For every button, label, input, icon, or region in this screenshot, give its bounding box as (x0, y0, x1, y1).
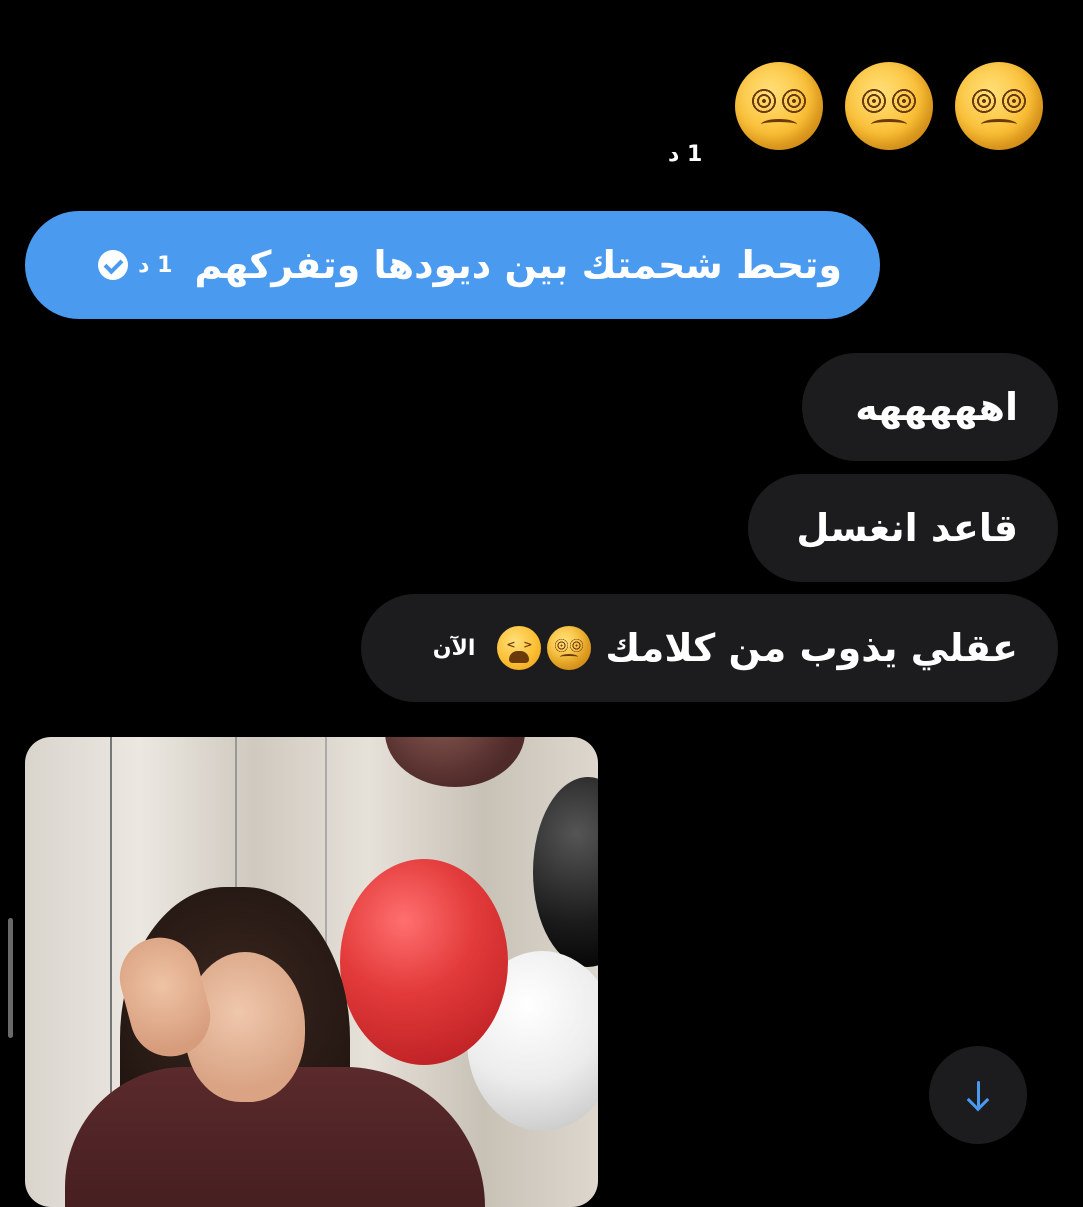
message-timestamp: 1 د (138, 252, 173, 278)
received-message-bubble[interactable]: اهههههه (802, 353, 1058, 461)
message-text: وتحط شحمتك بين ديودها وتفركهم (194, 243, 842, 287)
balloon-image (340, 859, 508, 1065)
message-text: عقلي يذوب من كلامك (605, 626, 1018, 670)
read-check-icon (98, 250, 129, 280)
received-message-bubble[interactable]: عقلي يذوب من كلامك > < الآن (361, 594, 1058, 702)
emoji-message-row[interactable] (735, 62, 1043, 150)
scroll-to-bottom-button[interactable] (929, 1046, 1027, 1144)
received-message-bubble[interactable]: قاعد انغسل (748, 474, 1058, 582)
message-timestamp: الآن (432, 635, 476, 661)
message-timestamp: 1 د (668, 142, 703, 167)
scrollbar[interactable] (8, 918, 13, 1038)
dizzy-face-icon (845, 62, 933, 150)
message-emoji-group: > < (497, 626, 592, 670)
dizzy-face-icon (735, 62, 823, 150)
dizzy-face-icon (955, 62, 1043, 150)
photo-message[interactable] (25, 737, 598, 1207)
balloon-image (385, 737, 525, 787)
message-meta: 1 د (98, 250, 172, 280)
sent-message-bubble[interactable]: وتحط شحمتك بين ديودها وتفركهم 1 د (25, 211, 880, 319)
balloon-image (533, 777, 598, 967)
arrow-down-icon (963, 1079, 993, 1111)
message-text: اهههههه (855, 385, 1018, 429)
dizzy-face-icon (547, 626, 592, 670)
message-text: قاعد انغسل (796, 506, 1018, 550)
tired-face-icon: > < (497, 626, 542, 670)
